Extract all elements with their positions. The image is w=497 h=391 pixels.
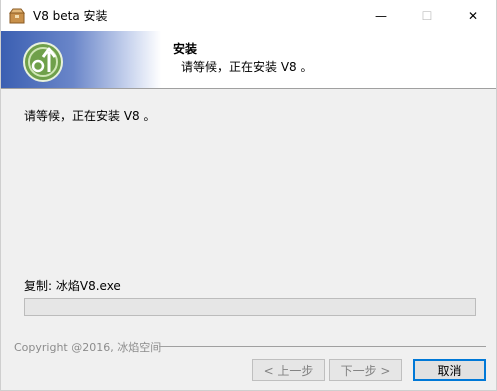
install-progress-bar bbox=[24, 298, 476, 316]
header-title: 安装 bbox=[173, 42, 198, 56]
close-icon: ✕ bbox=[467, 8, 479, 23]
maximize-icon: ☐ bbox=[421, 8, 433, 23]
current-file-label: 复制: 冰焰V8.exe bbox=[24, 279, 121, 293]
minimize-icon: — bbox=[375, 8, 387, 23]
disc-install-icon bbox=[19, 36, 67, 84]
cancel-button[interactable]: 取消 bbox=[413, 359, 486, 381]
footer-divider bbox=[159, 346, 486, 347]
install-status: 请等候，正在安装 V8 。 bbox=[24, 109, 156, 123]
header-subtitle: 请等候，正在安装 V8 。 bbox=[181, 60, 313, 74]
minimize-button[interactable]: — bbox=[358, 0, 404, 31]
back-button[interactable]: < 上一步 bbox=[252, 359, 325, 381]
maximize-button[interactable]: ☐ bbox=[404, 0, 450, 31]
installer-window: V8 beta 安装 — ☐ ✕ 安装 请等候，正在安装 V8 。 请等候，正在… bbox=[0, 0, 497, 391]
close-button[interactable]: ✕ bbox=[450, 0, 496, 31]
title-bar: V8 beta 安装 — ☐ ✕ bbox=[1, 0, 496, 31]
installer-header: 安装 请等候，正在安装 V8 。 bbox=[1, 31, 496, 89]
next-button[interactable]: 下一步 > bbox=[329, 359, 402, 381]
installer-box-icon bbox=[9, 8, 25, 24]
window-title: V8 beta 安装 bbox=[33, 9, 108, 23]
branding-text: Copyright @2016, 冰焰空间 bbox=[14, 341, 162, 354]
